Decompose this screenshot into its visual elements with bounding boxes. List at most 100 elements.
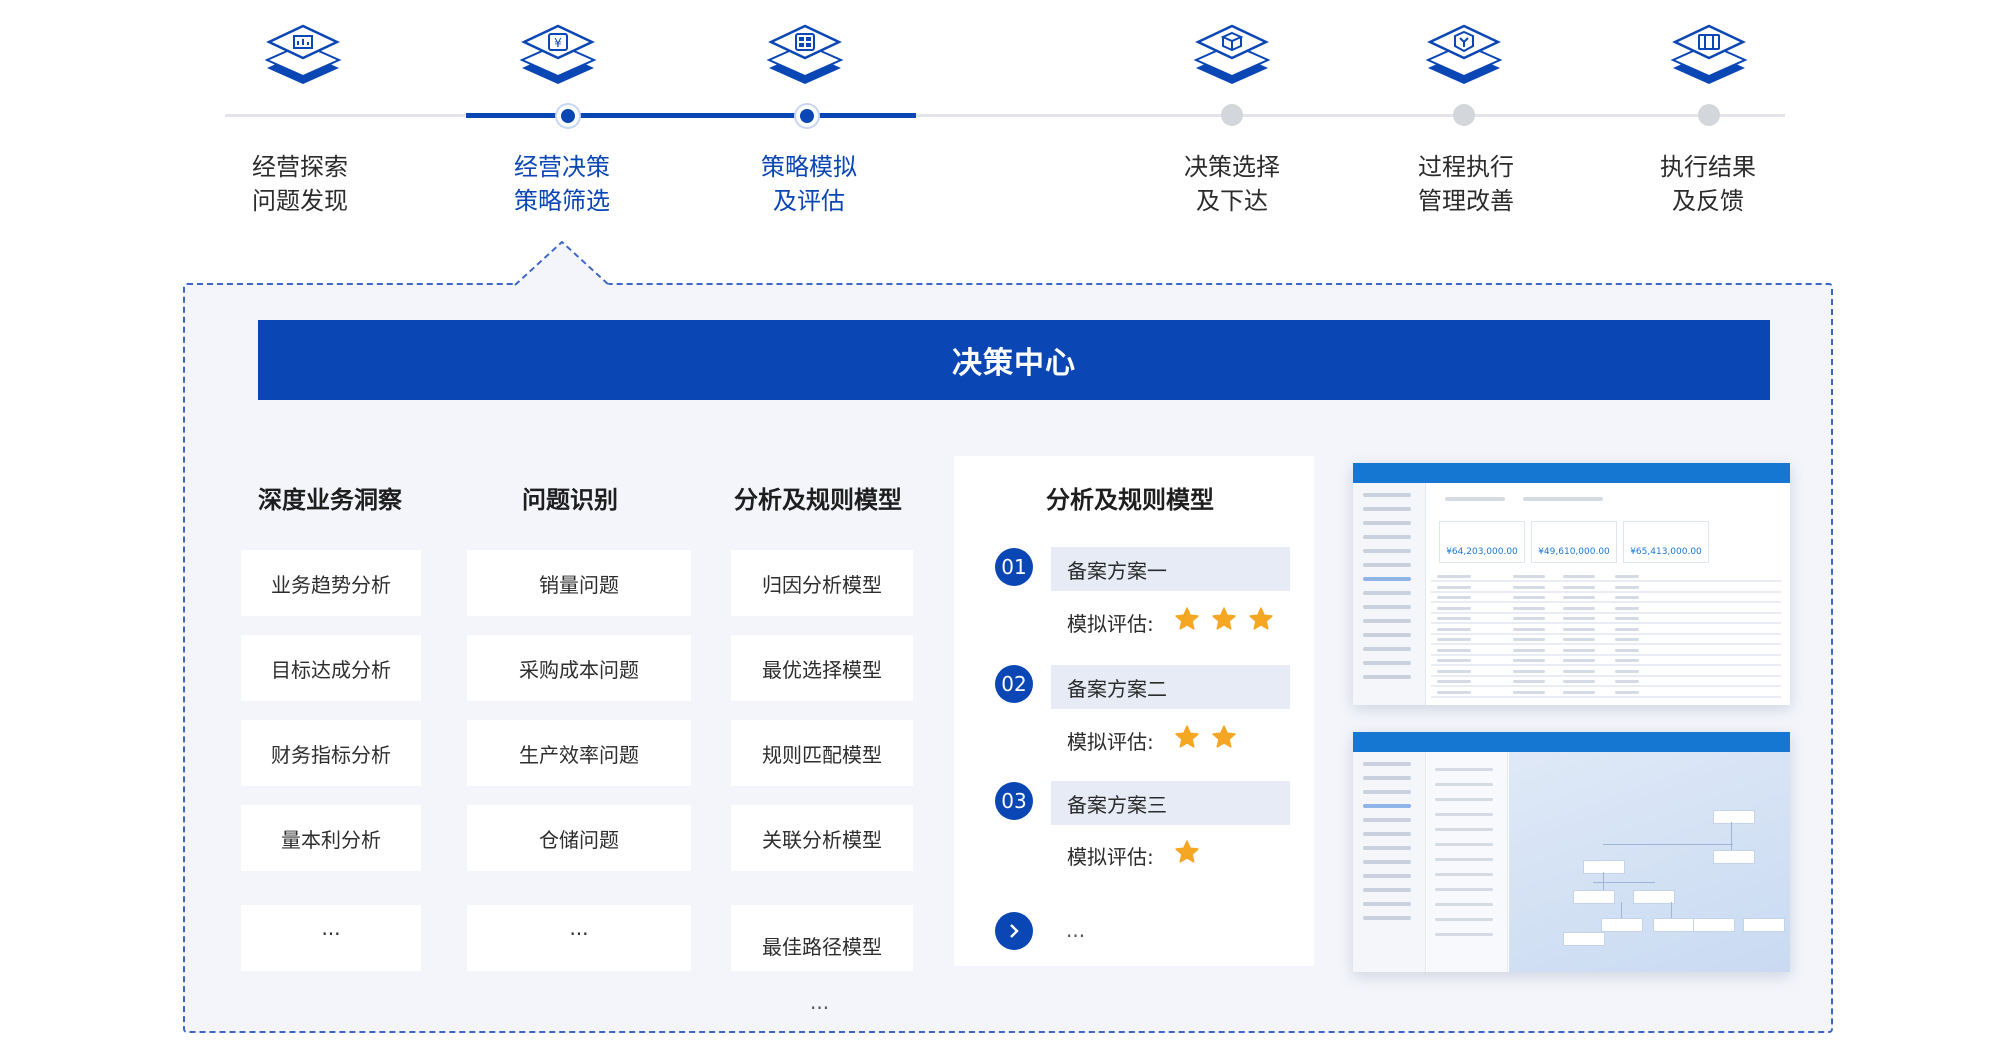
list-item: [1435, 813, 1493, 816]
table-cell: [1513, 669, 1545, 673]
step-label-decision[interactable]: 经营决策 策略筛选: [462, 150, 662, 218]
tree-connector: [1731, 822, 1732, 850]
insight-card-cvp[interactable]: 量本利分析: [241, 805, 421, 871]
kpi-card-1: ¥64,203,000.00: [1439, 521, 1525, 563]
star-icon: [1175, 840, 1199, 863]
timeline-dot-6: [1698, 104, 1720, 126]
list-item: [1435, 888, 1493, 891]
scheme-eval-label-3: 模拟评估:: [1067, 845, 1154, 869]
problem-card-sales[interactable]: 销量问题: [467, 550, 691, 616]
table-cell: [1437, 690, 1471, 694]
step-label-select[interactable]: 决策选择 及下达: [1132, 150, 1332, 218]
list-item: [1435, 828, 1493, 831]
kpi-card-3: ¥65,413,000.00: [1623, 521, 1709, 563]
tree-connector: [1593, 882, 1655, 883]
table-cell: [1563, 659, 1595, 662]
screenshot-sidebar: [1353, 483, 1426, 705]
model-card-attribution[interactable]: 归因分析模型: [731, 550, 913, 616]
timeline-dot-4: [1221, 104, 1243, 126]
tree-node: [1743, 918, 1785, 932]
model-card-optimal[interactable]: 最优选择模型: [731, 635, 913, 701]
scheme-panel-title: 分析及规则模型: [1046, 486, 1214, 514]
table-cell: [1513, 659, 1545, 662]
table-cell: [1513, 680, 1545, 683]
table-cell: [1563, 606, 1595, 610]
star-icon: [1175, 607, 1199, 630]
table-cell: [1615, 659, 1639, 662]
step-label-feedback[interactable]: 执行结果 及反馈: [1608, 150, 1808, 218]
insight-card-finance[interactable]: 财务指标分析: [241, 720, 421, 786]
table-row: [1431, 622, 1781, 624]
table-cell: [1437, 659, 1471, 662]
table-row: [1431, 632, 1781, 635]
scheme-panel: [954, 456, 1314, 966]
scheme-eval-label-2: 模拟评估:: [1067, 730, 1154, 754]
list-item: [1435, 918, 1493, 921]
table-row: [1431, 653, 1781, 656]
table-row: [1431, 601, 1781, 603]
table-cell: [1437, 680, 1471, 683]
table-cell: [1563, 617, 1595, 620]
timeline-dot-2: [557, 105, 579, 127]
table-row: [1431, 674, 1781, 677]
column-title-model: 分析及规则模型: [734, 486, 902, 514]
insight-card-target[interactable]: 目标达成分析: [241, 635, 421, 701]
list-item: [1435, 933, 1493, 936]
table-cell: [1513, 606, 1545, 610]
model-more-ellipsis: ...: [810, 990, 830, 1014]
table-row: [1431, 580, 1781, 582]
scheme-item-1[interactable]: 备案方案一: [1051, 547, 1290, 591]
star-icon: [1212, 607, 1236, 630]
tree-node: [1713, 850, 1755, 864]
svg-text:¥: ¥: [554, 36, 562, 50]
table-cell: [1615, 617, 1639, 620]
model-card-path[interactable]: 最佳路径模型: [731, 905, 913, 971]
tree-node: [1601, 918, 1643, 932]
scheme-number-badge-1: 01: [995, 548, 1033, 586]
problem-card-production[interactable]: 生产效率问题: [467, 720, 691, 786]
table-cell: [1513, 638, 1545, 641]
list-item: [1435, 768, 1493, 771]
column-title-insight: 深度业务洞察: [258, 486, 402, 514]
step-label-explore[interactable]: 经营探索 问题发现: [200, 150, 400, 218]
timeline-dot-3: [796, 105, 818, 127]
table-row: [1431, 664, 1781, 666]
scheme-item-2[interactable]: 备案方案二: [1051, 665, 1290, 709]
tree-node: [1583, 860, 1625, 874]
scheme-more-ellipsis: ...: [1066, 918, 1086, 942]
model-card-association[interactable]: 关联分析模型: [731, 805, 913, 871]
table-cell: [1513, 627, 1545, 631]
problem-card-procurement[interactable]: 采购成本问题: [467, 635, 691, 701]
chart-icon: [264, 24, 342, 84]
problem-card-more[interactable]: ...: [467, 905, 691, 971]
table-cell: [1563, 585, 1595, 589]
insight-card-trend[interactable]: 业务趋势分析: [241, 550, 421, 616]
table-cell: [1615, 606, 1639, 610]
kpi-card-2: ¥49,610,000.00: [1531, 521, 1617, 563]
box-icon: [1193, 24, 1271, 84]
book-icon: [1670, 24, 1748, 84]
problem-card-warehouse[interactable]: 仓储问题: [467, 805, 691, 871]
tree-connector: [1671, 902, 1672, 918]
list-item: [1435, 843, 1493, 846]
table-cell: [1615, 585, 1639, 589]
table-cell: [1437, 648, 1471, 652]
chevron-right-icon[interactable]: [995, 912, 1033, 950]
table-cell: [1563, 680, 1595, 683]
table-row: [1431, 685, 1781, 687]
decision-center-banner: 决策中心: [258, 320, 1770, 400]
yuan-icon: ¥: [519, 24, 597, 84]
table-cell: [1437, 617, 1471, 620]
frame-notch: [514, 240, 610, 286]
step-label-execute[interactable]: 过程执行 管理改善: [1366, 150, 1566, 218]
table-cell: [1563, 596, 1595, 599]
table-cell: [1437, 596, 1471, 599]
table-cell: [1513, 617, 1545, 620]
insight-card-more[interactable]: ...: [241, 905, 421, 971]
model-card-rule[interactable]: 规则匹配模型: [731, 720, 913, 786]
timeline-dot-5: [1453, 104, 1475, 126]
scheme-item-3[interactable]: 备案方案三: [1051, 781, 1290, 825]
step-label-simulation[interactable]: 策略模拟 及评估: [709, 150, 909, 218]
tree-connector: [1603, 844, 1733, 845]
table-cell: [1563, 575, 1595, 578]
